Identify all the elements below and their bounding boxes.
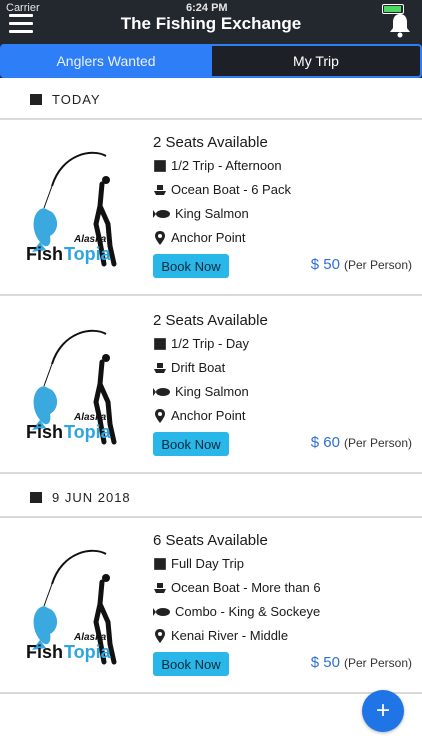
boat-type: Ocean Boat - More than 6 xyxy=(171,580,321,595)
location-pin-icon xyxy=(155,628,165,643)
price-amount: $ 60 xyxy=(310,434,340,451)
price-unit: (Per Person) xyxy=(343,436,412,450)
trip-type: 1/2 Trip - Afternoon xyxy=(171,158,282,173)
book-now-button[interactable]: Book Now xyxy=(153,652,229,676)
price-unit: (Per Person) xyxy=(343,258,412,272)
section-date: 9 JUN 2018 xyxy=(52,489,131,505)
fish-icon xyxy=(153,387,170,396)
fishtopia-logo: Alaska Fish Topia xyxy=(26,151,117,267)
calendar-icon xyxy=(30,492,42,503)
fish-species: Combo - King & Sockeye xyxy=(175,604,321,619)
logo-text-fish: Fish xyxy=(26,422,63,442)
fish-row: Combo - King & Sockeye xyxy=(153,604,320,619)
price-amount: $ 50 xyxy=(310,654,340,671)
trip-type-row: 1/2 Trip - Day xyxy=(153,336,249,351)
section-date: TODAY xyxy=(52,91,101,107)
boat-icon xyxy=(154,582,166,593)
calendar-icon xyxy=(30,94,42,105)
price-amount: $ 50 xyxy=(310,256,340,273)
location-pin-icon xyxy=(155,408,165,423)
logo-text-topia: Topia xyxy=(64,244,112,264)
boat-row: Ocean Boat - 6 Pack xyxy=(153,182,291,197)
price: $ 50 (Per Person) xyxy=(311,654,412,671)
calendar-icon xyxy=(154,159,166,172)
fish-species: King Salmon xyxy=(175,206,249,221)
fishtopia-logo: Alaska Fish Topia xyxy=(26,549,117,665)
plus-icon: + xyxy=(375,697,390,724)
price-unit: (Per Person) xyxy=(343,656,412,670)
fish-row: King Salmon xyxy=(153,384,249,399)
section-header-today: TODAY xyxy=(0,78,422,120)
boat-type: Drift Boat xyxy=(171,360,226,375)
fish-icon xyxy=(153,607,170,616)
fish-row: King Salmon xyxy=(153,206,249,221)
calendar-icon xyxy=(154,337,166,350)
boat-icon xyxy=(154,184,166,195)
trip-type: Full Day Trip xyxy=(171,556,244,571)
logo-text-topia: Topia xyxy=(64,422,112,442)
fish-species: King Salmon xyxy=(175,384,249,399)
boat-icon xyxy=(154,362,166,373)
app-header: Carrier 6:24 PM The Fishing Exchange xyxy=(0,0,422,48)
tab-my-trip[interactable]: My Trip xyxy=(212,44,422,78)
price: $ 60 (Per Person) xyxy=(311,434,412,451)
boat-type: Ocean Boat - 6 Pack xyxy=(171,182,291,197)
trip-card[interactable]: Alaska Fish Topia 2 Seats Available 1/2 … xyxy=(0,298,422,474)
trip-card[interactable]: Alaska Fish Topia 2 Seats Available 1/2 … xyxy=(0,120,422,296)
add-trip-button[interactable]: + xyxy=(362,690,404,732)
boat-row: Ocean Boat - More than 6 xyxy=(153,580,321,595)
boat-row: Drift Boat xyxy=(153,360,225,375)
location: Anchor Point xyxy=(171,230,246,245)
section-header-date: 9 JUN 2018 xyxy=(0,476,422,518)
location-row: Kenai River - Middle xyxy=(153,628,288,643)
location-row: Anchor Point xyxy=(153,408,245,423)
seats-available: 2 Seats Available xyxy=(153,312,268,329)
fish-icon xyxy=(153,209,170,218)
status-carrier: Carrier xyxy=(6,2,40,14)
app-title: The Fishing Exchange xyxy=(120,14,302,33)
status-time: 6:24 PM xyxy=(186,2,228,14)
calendar-icon xyxy=(154,557,166,570)
seats-available: 2 Seats Available xyxy=(153,134,268,151)
trip-type: 1/2 Trip - Day xyxy=(171,336,250,351)
logo-text-fish: Fish xyxy=(26,642,63,662)
trip-type-row: 1/2 Trip - Afternoon xyxy=(153,158,282,173)
book-now-button[interactable]: Book Now xyxy=(153,432,229,456)
seats-available: 6 Seats Available xyxy=(153,532,268,549)
location-pin-icon xyxy=(155,230,165,245)
location-row: Anchor Point xyxy=(153,230,245,245)
bell-icon[interactable] xyxy=(388,12,412,38)
fishtopia-logo: Alaska Fish Topia xyxy=(26,329,117,445)
price: $ 50 (Per Person) xyxy=(311,256,412,273)
trip-card[interactable]: Alaska Fish Topia 6 Seats Available Full… xyxy=(0,518,422,694)
tab-bar: Anglers Wanted My Trip xyxy=(0,44,422,78)
book-now-button[interactable]: Book Now xyxy=(153,254,229,278)
logo-text-topia: Topia xyxy=(64,642,112,662)
location: Anchor Point xyxy=(171,408,246,423)
location: Kenai River - Middle xyxy=(171,628,289,643)
tab-anglers-wanted[interactable]: Anglers Wanted xyxy=(0,44,212,78)
trip-type-row: Full Day Trip xyxy=(153,556,244,571)
logo-text-fish: Fish xyxy=(26,244,63,264)
